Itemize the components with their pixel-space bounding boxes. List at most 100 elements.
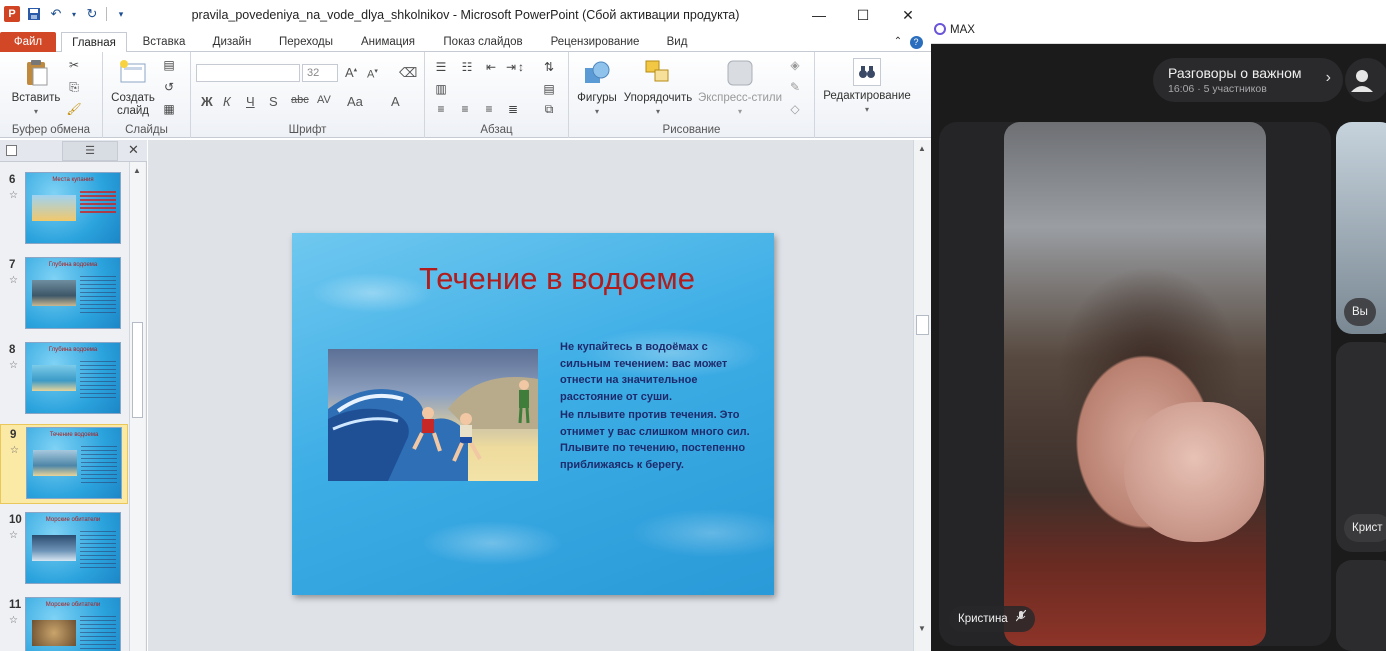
slides-panel: ☰ ✕ 6 ☆ Места купания 7 ☆ Глубина водоем… [0,140,147,651]
mic-muted-icon [1015,609,1027,625]
side-video-tile-other[interactable] [1336,560,1386,651]
outline-tab-icon[interactable]: ☰ [62,141,118,161]
slide-thumbnail-6[interactable]: 6 ☆ Места купания [0,170,128,250]
scroll-down-icon[interactable]: ▼ [918,624,926,633]
font-size-box[interactable]: 32 [302,64,338,82]
tab-view[interactable]: Вид [658,32,696,52]
italic-icon[interactable]: К [223,94,231,109]
scroll-thumb[interactable] [916,315,929,335]
new-slide-label-2: слайд [117,105,149,117]
maximize-button[interactable]: ☐ [840,0,886,30]
arrange-label: Упорядочить [623,92,693,104]
thumbnail-picture [32,280,76,306]
arrange-dropdown-icon[interactable]: ▾ [656,105,660,118]
smartart-icon[interactable]: ⧉ [541,102,557,116]
cut-icon[interactable]: ✂ [66,58,82,72]
thumbnail-image: Места купания [25,172,121,244]
copy-icon[interactable]: ⎘ [66,80,82,94]
collapse-ribbon-icon[interactable]: ⌃ [888,32,908,52]
align-right-icon[interactable]: ≡ [481,102,497,116]
tab-review[interactable]: Рецензирование [540,32,650,52]
shape-effects-icon[interactable]: ◇ [787,102,803,116]
slide-thumbnail-10[interactable]: 10 ☆ Морские обитатели [0,510,128,590]
tab-design[interactable]: Дизайн [202,32,262,52]
editing-button[interactable]: Редактирование ▾ [821,58,913,116]
quick-styles-button[interactable]: Экспресс-стили ▾ [695,58,785,118]
editor-scrollbar[interactable]: ▲ ▼ [913,140,931,651]
strikethrough-icon[interactable]: abc [291,94,309,106]
tab-animation[interactable]: Анимация [350,32,426,52]
tab-slideshow[interactable]: Показ слайдов [436,32,530,52]
close-button[interactable]: ✕ [885,0,931,30]
slide-title[interactable]: Течение в водоеме [292,261,822,297]
paste-button[interactable]: Вставить ▾ [8,58,64,118]
section-icon[interactable]: ▦ [161,102,177,116]
case-icon[interactable]: Aa [347,94,363,109]
paste-dropdown-icon[interactable]: ▾ [34,105,38,118]
clear-format-icon[interactable]: ⌫ [399,65,417,81]
format-painter-icon[interactable]: 🖌 [66,102,82,116]
align-text-icon[interactable]: ▤ [541,82,557,96]
thumbnail-title: Течение водоема [49,432,99,438]
align-left-icon[interactable]: ≡ [433,102,449,116]
slides-panel-scrollbar[interactable]: ▲ [129,162,145,651]
close-panel-icon[interactable]: ✕ [128,142,139,158]
hand-shape [1124,402,1264,542]
columns-icon[interactable]: ▥ [433,82,449,96]
paste-label: Вставить [11,92,61,104]
bullets-icon[interactable]: ☰ [433,60,449,74]
side-video-tile-you[interactable]: Вы [1336,122,1386,334]
reset-icon[interactable]: ↺ [161,80,177,94]
line-spacing-icon[interactable]: ↕ [513,60,529,74]
max-call-window: MAX Разговоры о важном 16:06 · 5 участни… [931,0,1386,651]
shrink-font-icon[interactable]: A▾ [367,67,378,81]
quick-styles-dropdown-icon[interactable]: ▾ [738,105,742,118]
new-slide-button[interactable]: Создать слайд [107,58,159,118]
font-name-box[interactable] [196,64,300,82]
scroll-thumb[interactable] [132,322,143,418]
slide-thumbnail-11[interactable]: 11 ☆ Морские обитатели [0,595,128,651]
tab-insert[interactable]: Вставка [134,32,194,52]
side-video-tile-kristina[interactable]: Крист [1336,342,1386,552]
help-icon[interactable]: ? [906,32,926,52]
numbering-icon[interactable]: ☷ [459,60,475,74]
shapes-dropdown-icon[interactable]: ▾ [595,105,599,118]
call-info-button[interactable]: Разговоры о важном 16:06 · 5 участников … [1153,58,1343,102]
decrease-indent-icon[interactable]: ⇤ [483,60,499,74]
editing-dropdown-icon[interactable]: ▾ [865,103,869,116]
animation-star-icon: ☆ [9,360,18,371]
scroll-up-icon[interactable]: ▲ [918,144,926,153]
bold-icon[interactable]: Ж [201,94,213,109]
minimize-button[interactable]: — [796,0,842,30]
chevron-right-icon: › [1325,69,1331,86]
slide-thumbnail-8[interactable]: 8 ☆ Глубина водоема [0,340,128,420]
slides-tab-icon[interactable] [6,145,17,156]
shadow-icon[interactable]: S [269,94,278,109]
slide-thumbnail-9[interactable]: 9 ☆ Течение водоема [0,424,128,504]
underline-icon[interactable]: Ч [246,94,255,109]
tab-file[interactable]: Файл [0,32,56,52]
shape-fill-icon[interactable]: ◈ [787,58,803,72]
tab-home[interactable]: Главная [61,32,127,53]
main-video-tile[interactable]: Кристина [939,122,1331,646]
scroll-up-icon[interactable]: ▲ [133,166,141,175]
grow-font-icon[interactable]: A▴ [345,65,357,80]
profile-avatar[interactable] [1345,58,1386,102]
tab-transitions[interactable]: Переходы [270,32,342,52]
arrange-button[interactable]: Упорядочить ▾ [621,58,695,118]
slide-body-text[interactable]: Не купайтесь в водоёмах с сильным течени… [560,339,760,475]
layout-icon[interactable]: ▤ [161,58,177,72]
text-direction-icon[interactable]: ⇅ [541,60,557,74]
spacing-icon[interactable]: AV [317,94,331,106]
animation-star-icon: ☆ [9,615,18,626]
shapes-icon [585,61,610,83]
slide-thumbnail-7[interactable]: 7 ☆ Глубина водоема [0,255,128,335]
shape-outline-icon[interactable]: ✎ [787,80,803,94]
shapes-button[interactable]: Фигуры ▾ [575,58,619,118]
group-slides: Создать слайд ▤ ↺ ▦ Слайды [103,52,191,138]
slide-illustration[interactable] [328,349,538,481]
font-color-icon[interactable]: A [391,94,400,109]
justify-icon[interactable]: ≣ [505,102,521,116]
align-center-icon[interactable]: ≡ [457,102,473,116]
current-slide[interactable]: Течение в водоеме Не купайтесь в водоёма… [292,233,774,595]
